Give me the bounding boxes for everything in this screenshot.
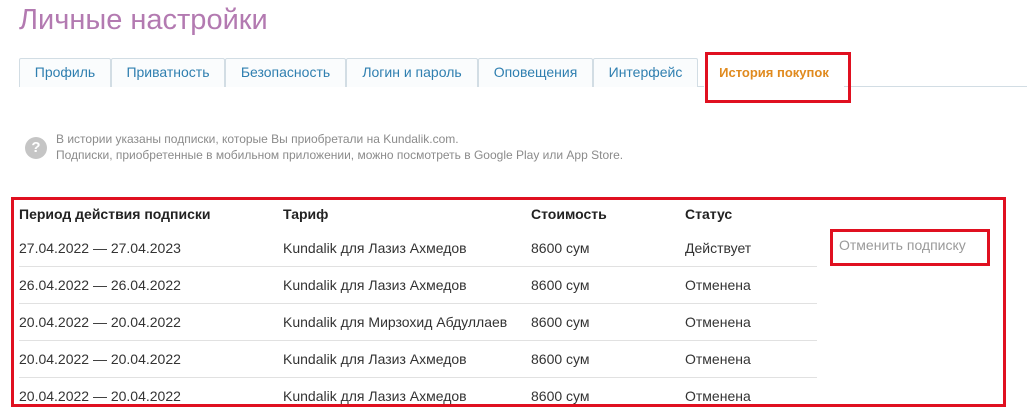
settings-tabs: Профиль Приватность Безопасность Логин и… — [19, 58, 1027, 88]
tab-interface[interactable]: Интерфейс — [593, 58, 698, 87]
info-line-1: В истории указаны подписки, которые Вы п… — [56, 132, 459, 146]
highlight-box-cancel — [830, 229, 990, 266]
tab-notifications[interactable]: Оповещения — [478, 58, 593, 87]
info-line-2: Подписки, приобретенные в мобильном прил… — [56, 148, 624, 162]
tab-profile[interactable]: Профиль — [19, 58, 111, 87]
question-icon: ? — [25, 137, 47, 159]
page-title: Личные настройки — [19, 4, 268, 36]
tab-privacy[interactable]: Приватность — [111, 58, 225, 87]
highlight-box-tab — [705, 52, 851, 103]
tab-login-password[interactable]: Логин и пароль — [346, 58, 478, 87]
info-text: В истории указаны подписки, которые Вы п… — [56, 131, 623, 163]
tab-security[interactable]: Безопасность — [225, 58, 346, 87]
